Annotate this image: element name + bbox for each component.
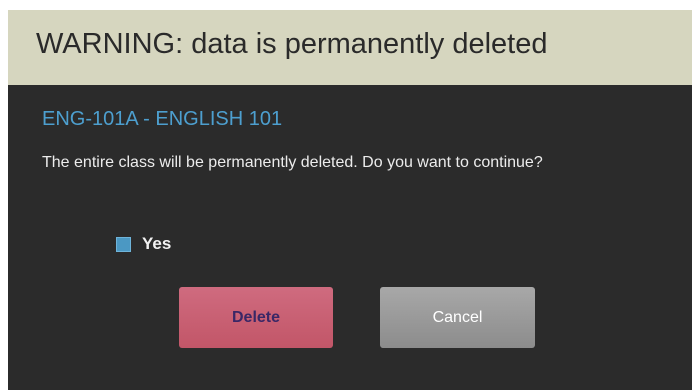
cancel-button[interactable]: Cancel — [380, 287, 535, 348]
confirm-checkbox[interactable] — [116, 236, 131, 252]
warning-message: The entire class will be permanently del… — [42, 154, 543, 171]
dialog-title: WARNING: data is permanently deleted — [36, 28, 548, 60]
confirm-checkbox-label[interactable]: Yes — [142, 234, 171, 254]
dialog-header: WARNING: data is permanently deleted — [8, 10, 692, 85]
delete-button[interactable]: Delete — [179, 287, 333, 348]
class-name-heading: ENG-101A - ENGLISH 101 — [42, 108, 283, 130]
delete-warning-dialog: WARNING: data is permanently deleted ENG… — [8, 10, 692, 390]
confirm-checkbox-row[interactable]: Yes — [116, 234, 171, 254]
